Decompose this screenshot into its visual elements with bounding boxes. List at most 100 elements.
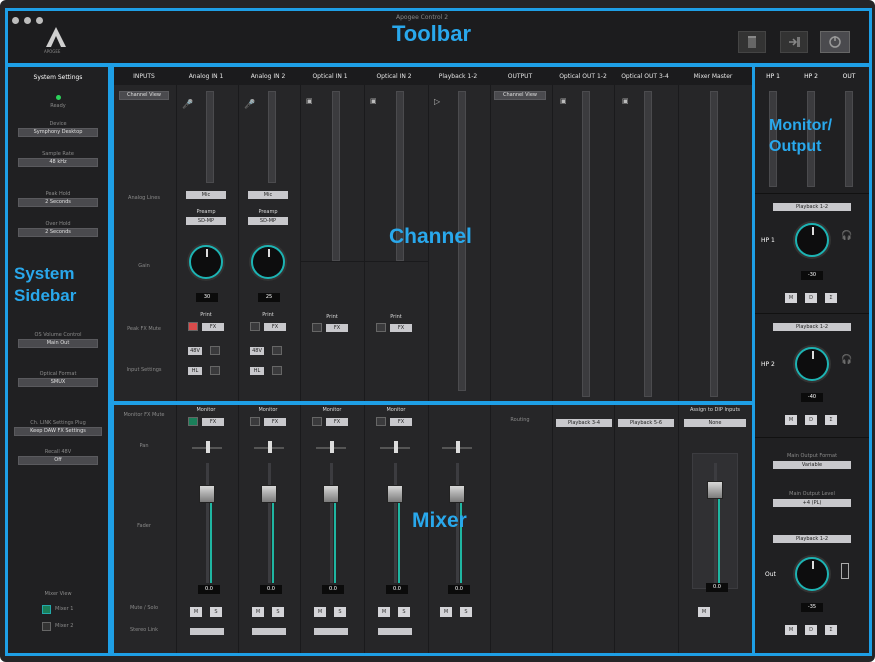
out-mute-button[interactable]: M bbox=[785, 625, 797, 635]
hp1-mute-button[interactable]: M bbox=[785, 293, 797, 303]
peak-hold-select[interactable]: 2 Seconds bbox=[18, 198, 98, 207]
fader-handle[interactable] bbox=[261, 485, 277, 503]
mixer1-radio[interactable] bbox=[42, 605, 51, 614]
analog-in2-lock-icon[interactable] bbox=[272, 366, 282, 375]
analog-in1-mic-select[interactable]: Mic bbox=[186, 191, 226, 199]
mixer-fx-button[interactable]: FX bbox=[390, 418, 412, 426]
analog-in2-peak-button[interactable] bbox=[250, 322, 260, 331]
analog-in1-phase-icon[interactable] bbox=[210, 346, 220, 355]
analog-in1-peak-button[interactable] bbox=[188, 322, 198, 331]
hp2-volume-knob[interactable] bbox=[795, 347, 829, 381]
preamp-label: Preamp bbox=[258, 209, 278, 215]
mute-button[interactable]: M bbox=[378, 607, 390, 617]
analog-in2-fx-button[interactable]: FX bbox=[264, 323, 286, 331]
analog-in1-gain-knob[interactable] bbox=[189, 245, 223, 279]
optical-in2-fx-button[interactable]: FX bbox=[390, 324, 412, 332]
assign-dip-label: Assign to DIP Inputs bbox=[689, 407, 741, 413]
monitor-button[interactable] bbox=[250, 417, 260, 426]
sample-rate-select[interactable]: 48 kHz bbox=[18, 158, 98, 167]
mute-button[interactable]: M bbox=[440, 607, 452, 617]
hp2-sum-button[interactable]: Σ bbox=[825, 415, 837, 425]
preamp-label: Preamp bbox=[196, 209, 216, 215]
main-out-volume-knob[interactable] bbox=[795, 557, 829, 591]
solo-button[interactable]: S bbox=[210, 607, 222, 617]
input-icon[interactable] bbox=[780, 31, 808, 53]
solo-button[interactable]: S bbox=[272, 607, 284, 617]
mute-button[interactable]: M bbox=[314, 607, 326, 617]
out-header: OUT bbox=[842, 73, 856, 80]
analog-in1-48v-button[interactable]: 48V bbox=[188, 347, 202, 355]
over-hold-select[interactable]: 2 Seconds bbox=[18, 228, 98, 237]
analog-in2-gain-knob[interactable] bbox=[251, 245, 285, 279]
out-dim-button[interactable]: D bbox=[805, 625, 817, 635]
optical-in1-peak-button[interactable] bbox=[312, 323, 322, 332]
analog-in2-phase-icon[interactable] bbox=[272, 346, 282, 355]
master-mute-button[interactable]: M bbox=[698, 607, 710, 617]
minimize-window-button[interactable] bbox=[24, 17, 31, 24]
solo-button[interactable]: S bbox=[460, 607, 472, 617]
hp2-dim-button[interactable]: D bbox=[805, 415, 817, 425]
hp1-source-select[interactable]: Playback 1-2 bbox=[773, 203, 851, 211]
pan-knob[interactable] bbox=[206, 441, 210, 453]
mixer-fx-button[interactable]: FX bbox=[326, 418, 348, 426]
stereo-link-toggle[interactable] bbox=[378, 628, 412, 635]
analog-in2-mic-select[interactable]: Mic bbox=[248, 191, 288, 199]
mute-button[interactable]: M bbox=[252, 607, 264, 617]
recall-48v-select[interactable]: Off bbox=[18, 456, 98, 465]
fader-handle[interactable] bbox=[199, 485, 215, 503]
master-fader-handle[interactable] bbox=[707, 481, 723, 499]
analog-in2-preamp-select[interactable]: SD-MP bbox=[248, 217, 288, 225]
pan-knob[interactable] bbox=[456, 441, 460, 453]
optical-out34-routing-select[interactable]: Playback 5-6 bbox=[618, 419, 674, 427]
optical-in2-peak-button[interactable] bbox=[376, 323, 386, 332]
output-format-select[interactable]: Variable bbox=[773, 461, 851, 469]
monitor-button[interactable] bbox=[312, 417, 322, 426]
pan-knob[interactable] bbox=[394, 441, 398, 453]
monitor-button[interactable] bbox=[376, 417, 386, 426]
analog-in1-fx-button[interactable]: FX bbox=[202, 323, 224, 331]
solo-button[interactable]: S bbox=[334, 607, 346, 617]
stereo-link-toggle[interactable] bbox=[252, 628, 286, 635]
pan-knob[interactable] bbox=[268, 441, 272, 453]
hp1-dim-button[interactable]: D bbox=[805, 293, 817, 303]
os-volume-select[interactable]: Main Out bbox=[18, 339, 98, 348]
hp2-mute-button[interactable]: M bbox=[785, 415, 797, 425]
optical-in1-fx-button[interactable]: FX bbox=[326, 324, 348, 332]
power-icon[interactable] bbox=[820, 31, 850, 53]
output-level-select[interactable]: +4 (PL) bbox=[773, 499, 851, 507]
print-label: Print bbox=[390, 314, 402, 320]
analog-in2-hl-button[interactable]: HL bbox=[250, 367, 264, 375]
channel-view-button[interactable]: Channel View bbox=[119, 91, 169, 100]
device-select[interactable]: Symphony Desktop bbox=[18, 128, 98, 137]
hp1-volume-knob[interactable] bbox=[795, 223, 829, 257]
fader-handle[interactable] bbox=[323, 485, 339, 503]
mixer2-radio[interactable] bbox=[42, 622, 51, 631]
pan-knob[interactable] bbox=[330, 441, 334, 453]
stereo-link-toggle[interactable] bbox=[314, 628, 348, 635]
output-channel-view-button[interactable]: Channel View bbox=[494, 91, 546, 100]
zoom-window-button[interactable] bbox=[36, 17, 43, 24]
optical-out12-routing-select[interactable]: Playback 3-4 bbox=[556, 419, 612, 427]
mixer-fx-button[interactable]: FX bbox=[264, 418, 286, 426]
analog-in1-lock-icon[interactable] bbox=[210, 366, 220, 375]
optical-format-select[interactable]: SMUX bbox=[18, 378, 98, 387]
analog-in1-preamp-select[interactable]: SD-MP bbox=[186, 217, 226, 225]
analog-in1-hl-button[interactable]: HL bbox=[188, 367, 202, 375]
close-window-button[interactable] bbox=[12, 17, 19, 24]
analog-in2-48v-button[interactable]: 48V bbox=[250, 347, 264, 355]
hp1-sum-button[interactable]: Σ bbox=[825, 293, 837, 303]
fx-settings-select[interactable]: Keep DAW FX Settings bbox=[14, 427, 102, 436]
meter-bridge-button[interactable] bbox=[738, 31, 766, 53]
fader-handle[interactable] bbox=[387, 485, 403, 503]
stereo-link-toggle[interactable] bbox=[190, 628, 224, 635]
mute-button[interactable]: M bbox=[190, 607, 202, 617]
out-sum-button[interactable]: Σ bbox=[825, 625, 837, 635]
assign-dip-select[interactable]: None bbox=[684, 419, 746, 427]
mixer-fx-button[interactable]: FX bbox=[202, 418, 224, 426]
volume-stepper-icon[interactable] bbox=[841, 563, 849, 579]
monitor-button[interactable] bbox=[188, 417, 198, 426]
out-source-select[interactable]: Playback 1-2 bbox=[773, 535, 851, 543]
hp2-source-select[interactable]: Playback 1-2 bbox=[773, 323, 851, 331]
solo-button[interactable]: S bbox=[398, 607, 410, 617]
fader-handle[interactable] bbox=[449, 485, 465, 503]
